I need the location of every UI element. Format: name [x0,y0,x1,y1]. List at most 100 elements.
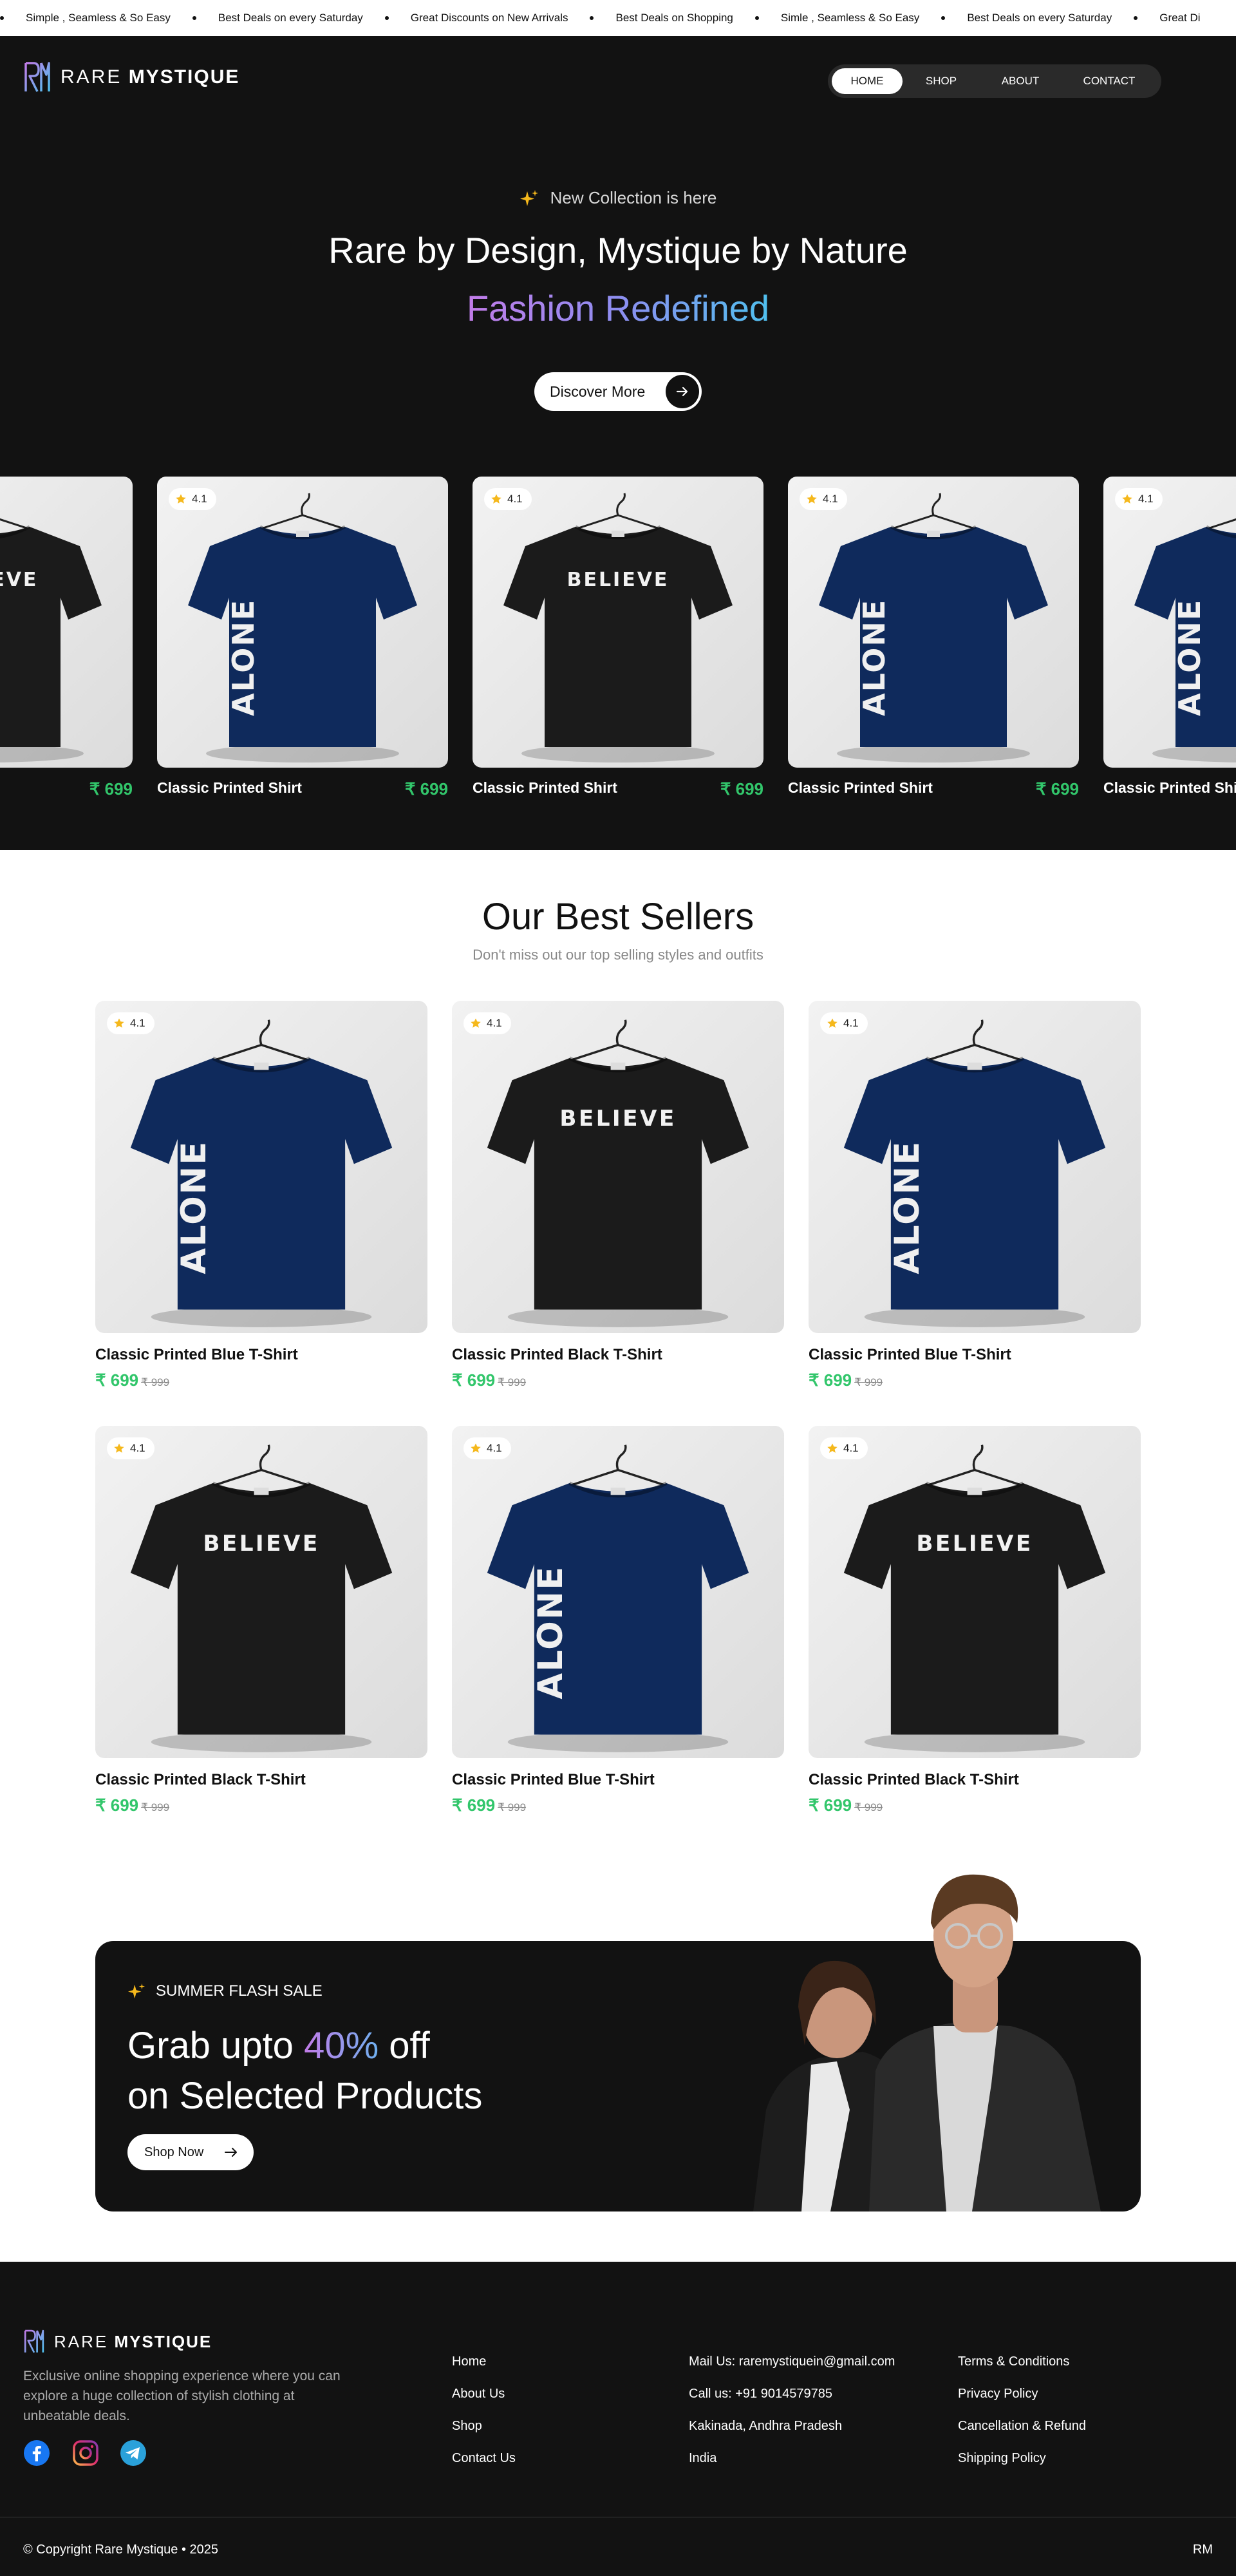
footer-link-shipping[interactable]: Shipping Policy [958,2442,1086,2474]
product-card[interactable]: ALONE 4.1 Classic Printed Blue T-Shirt ₹ 69… [452,1426,784,1815]
discover-more-button[interactable]: Discover More [534,372,702,411]
marquee-item: Best Deals on every Saturday [941,12,1134,24]
product-image[interactable]: ALONE 4.1 [157,477,448,768]
footer-link-shop[interactable]: Shop [452,2410,516,2442]
nav-contact[interactable]: CONTACT [1061,68,1157,94]
footer-email[interactable]: Mail Us: raremystiquein@gmail.com [689,2345,895,2378]
product-name[interactable]: Classic Printed Black T-Shirt [452,1346,784,1364]
product-name[interactable]: Classic Printed Blue T-Shirt [809,1346,1141,1364]
product-name[interactable]: Classic Printed Shirt [1103,779,1236,797]
footer-link-home[interactable]: Home [452,2345,516,2378]
product-name[interactable]: Classic Printed Shirt [473,779,617,797]
carousel-product-card[interactable]: ALONE 4.1 Classic Printed Shirt [1103,477,1236,799]
product-name[interactable]: Classic Printed Shirt [157,779,302,797]
telegram-icon[interactable] [120,2439,147,2467]
tshirt-image: ALONE [487,1444,749,1752]
instagram-icon[interactable] [72,2439,99,2467]
product-card[interactable]: BELIEVE 4.1 Classic Printed Black T-Shirt ₹… [95,1426,427,1815]
product-price: ₹ 699 [452,1370,496,1390]
footer-brand-name: RARE MYSTIQUE [54,2332,212,2352]
nav-about[interactable]: ABOUT [980,68,1061,94]
footer-link-contact[interactable]: Contact Us [452,2442,516,2474]
product-card[interactable]: BELIEVE 4.1 Classic Printed Black T-Shirt ₹… [809,1426,1141,1815]
product-card[interactable]: ALONE 4.1 Classic Printed Blue T-Shirt ₹ 69… [809,1001,1141,1390]
flash-title-after: off [379,2025,430,2067]
brand-name: RARE MYSTIQUE [61,66,239,88]
footer-brand-word-1: RARE [54,2331,109,2351]
product-name[interactable]: Classic Printed Blue T-Shirt [95,1346,427,1364]
footer-link-privacy[interactable]: Privacy Policy [958,2378,1086,2410]
product-image[interactable]: ALONE 4.1 [95,1001,427,1333]
tshirt-image: ALONE [188,493,417,762]
product-price: ₹ 699 [95,1795,139,1815]
site-footer: RARE MYSTIQUE Exclusive online shopping … [0,2262,1236,2576]
svg-text:ALONE: ALONE [857,599,892,716]
nav-shop[interactable]: SHOP [903,68,980,94]
svg-text:ALONE: ALONE [888,1141,927,1274]
badge-text: New Collection is here [550,188,717,207]
svg-text:ALONE: ALONE [531,1566,570,1700]
footer-link-terms[interactable]: Terms & Conditions [958,2345,1086,2378]
product-image[interactable]: BELIEVE4.1 [452,1001,784,1333]
best-sellers-subtitle: Don't miss out our top selling styles an… [473,947,763,963]
star-icon [471,1018,481,1028]
footer-link-cancellation[interactable]: Cancellation & Refund [958,2410,1086,2442]
svg-text:BELIEVE: BELIEVE [0,569,38,591]
product-image[interactable]: BELIEVE4.1 [809,1426,1141,1758]
product-name[interactable]: Classic Printed Black T-Shirt [95,1771,427,1789]
rating-value: 4.1 [823,493,838,505]
product-image[interactable]: BELIEVE4.1 [95,1426,427,1758]
copyright-text: © Copyright Rare Mystique • 2025 [23,2543,218,2557]
carousel-product-card[interactable]: BELIEVE4.1 ₹ 699 [0,477,133,799]
star-icon [471,1443,481,1453]
marquee-text: Simle , Seamless & So Easy [780,12,920,24]
product-image[interactable]: BELIEVE4.1 [0,477,133,768]
product-image[interactable]: ALONE 4.1 [452,1426,784,1758]
product-name[interactable]: Classic Printed Blue T-Shirt [452,1771,784,1789]
product-image[interactable]: BELIEVE 4.1 [473,477,763,768]
flash-title-before: Grab upto [127,2025,304,2067]
tshirt-image: ALONE [819,493,1048,762]
footer-link-about[interactable]: About Us [452,2378,516,2410]
footer-brand-word-2: MYSTIQUE [114,2331,212,2351]
carousel-product-card[interactable]: ALONE 4.1 Classic Printed Shirt ₹ 699 [157,477,448,799]
product-old-price: ₹ 999 [498,1801,527,1814]
product-image[interactable]: ALONE 4.1 [809,1001,1141,1333]
tshirt-image: ALONE [843,1019,1106,1327]
product-card[interactable]: BELIEVE 4.1 Classic Printed Black T-Shirt ₹… [452,1001,784,1390]
star-icon [176,494,186,504]
rating-value: 4.1 [192,493,207,505]
rating-badge: 4.1 [464,1437,511,1459]
carousel-product-card[interactable]: BELIEVE 4.1 Classic Printed Shirt ₹ 699 [473,477,763,799]
product-name[interactable]: Classic Printed Black T-Shirt [809,1771,1141,1789]
marquee-text: Best Deals on every Saturday [218,12,363,24]
product-old-price: ₹ 999 [854,1376,883,1388]
hero-subtitle-text: Fashion Redefined [466,288,770,328]
tshirt-image: BELIEVE [0,518,102,762]
nav-home[interactable]: HOME [832,68,903,94]
product-image[interactable]: ALONE 4.1 [1103,477,1236,768]
svg-text:BELIEVE: BELIEVE [567,569,670,591]
product-card[interactable]: ALONE 4.1 Classic Printed Blue T-Shirt ₹ 69… [95,1001,427,1390]
brand-word-1: RARE [61,66,122,88]
product-old-price: ₹ 999 [141,1801,170,1814]
rating-value: 4.1 [487,1442,502,1454]
carousel-product-card[interactable]: ALONE 4.1 Classic Printed Shirt ₹ 699 [788,477,1079,799]
svg-text:BELIEVE: BELIEVE [559,1106,676,1132]
footer-logo[interactable]: RARE MYSTIQUE [23,2329,212,2354]
marquee-item: Best Deals on every Saturday [192,12,385,24]
flash-title-percent: 40% [304,2025,379,2067]
footer-phone[interactable]: Call us: +91 9014579785 [689,2378,895,2410]
product-name[interactable]: Classic Printed Shirt [788,779,933,797]
brand-logo[interactable]: RARE MYSTIQUE [23,61,239,94]
rating-value: 4.1 [507,493,523,505]
card-meta: Classic Printed Shirt ₹ 699 [473,779,763,799]
new-collection-badge: New Collection is here [0,188,1236,208]
bullet-dot [941,16,946,20]
product-image[interactable]: ALONE 4.1 [788,477,1079,768]
footer-corner-mark: RM [1192,2543,1213,2557]
models-photo [753,1874,1101,2211]
facebook-icon[interactable] [23,2439,50,2467]
marquee-text: Best Deals on every Saturday [967,12,1112,24]
shop-now-button[interactable]: Shop Now [127,2134,254,2170]
